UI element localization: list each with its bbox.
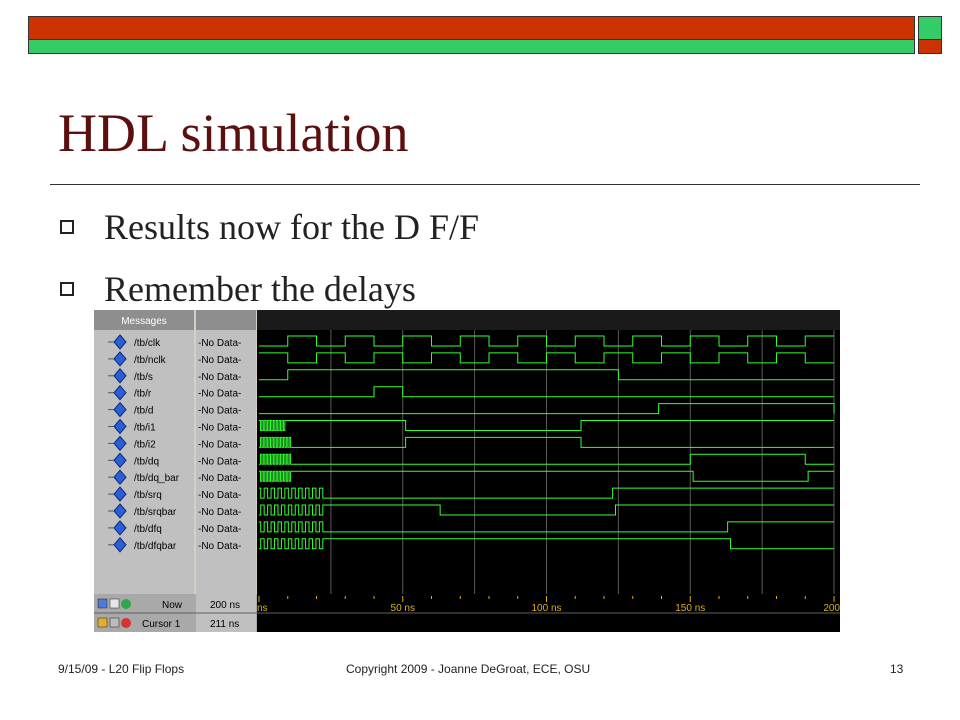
waveform-trace [259,352,834,364]
signal-value: -No Data- [198,406,241,417]
slide-title: HDL simulation [58,103,409,163]
add-cursor-icon[interactable] [121,599,131,609]
signal-name: /tb/s [134,372,153,383]
signal-name: /tb/r [134,389,152,400]
bullet-item: Remember the delays [60,268,416,310]
value-header-bg [196,310,256,330]
signal-name: /tb/dfqbar [134,541,177,552]
messages-header: Messages [121,316,167,327]
signal-name: /tb/dfq [134,524,162,535]
signal-name: /tb/d [134,406,153,417]
signal-value: -No Data- [198,524,241,535]
timeline-tick-label: ns [257,603,268,614]
footer-copyright: Copyright 2009 - Joanne DeGroat, ECE, OS… [346,662,591,676]
lock-icon[interactable] [97,617,108,628]
page-number: 13 [890,662,904,676]
bullet-item: Results now for the D F/F [60,206,479,248]
now-label: Now [162,600,183,611]
list-icon[interactable] [109,598,120,609]
signal-value: -No Data- [198,507,241,518]
zoom-icon[interactable] [97,598,108,609]
waveform-window: Messages/tb/clk -No Data- /tb/nclk -No Data… [94,310,840,632]
signal-value: -No Data- [198,541,241,552]
signal-value: -No Data- [198,473,241,484]
now-value: 200 ns [210,600,240,611]
signal-name: /tb/clk [134,338,161,349]
corner-red-square [918,40,942,54]
signal-value: -No Data- [198,355,241,366]
footer-date-topic: 9/15/09 - L20 Flip Flops [58,662,185,676]
signal-name: /tb/dq [134,456,159,467]
remove-cursor-icon[interactable] [121,618,131,628]
signal-name: /tb/dq_bar [134,473,180,484]
bullet-text: Remember the delays [104,269,416,309]
signal-value: -No Data- [198,456,241,467]
plot-header [257,310,840,330]
bullet-text: Results now for the D F/F [104,207,480,247]
title-divider [50,184,920,185]
timeline-tick-label: 100 ns [531,603,561,614]
timeline-tick-label: 50 ns [391,603,415,614]
waveform-trace [259,335,834,347]
top-red-bar [28,16,915,40]
signal-value: -No Data- [198,338,241,349]
signal-name: /tb/i2 [134,439,156,450]
top-green-bar [28,40,915,54]
square-bullet-icon [60,220,74,234]
signal-value: -No Data- [198,389,241,400]
waveform-canvas: Messages/tb/clk -No Data- /tb/nclk -No Data… [94,310,840,632]
timeline-tick-label: 200 [823,603,840,614]
edit-icon[interactable] [109,617,120,628]
signal-name: /tb/i1 [134,423,156,434]
cursor-label: Cursor 1 [142,619,181,630]
cursor-value: 211 ns [210,619,239,630]
signal-value: -No Data- [198,439,241,450]
signal-name: /tb/nclk [134,355,167,366]
signal-name: /tb/srqbar [134,507,177,518]
signal-value: -No Data- [198,372,241,383]
signal-value: -No Data- [198,490,241,501]
corner-green-square [918,16,942,40]
signal-name: /tb/srq [134,490,162,501]
timeline-tick-label: 150 ns [675,603,705,614]
signal-value: -No Data- [198,423,241,434]
square-bullet-icon [60,282,74,296]
